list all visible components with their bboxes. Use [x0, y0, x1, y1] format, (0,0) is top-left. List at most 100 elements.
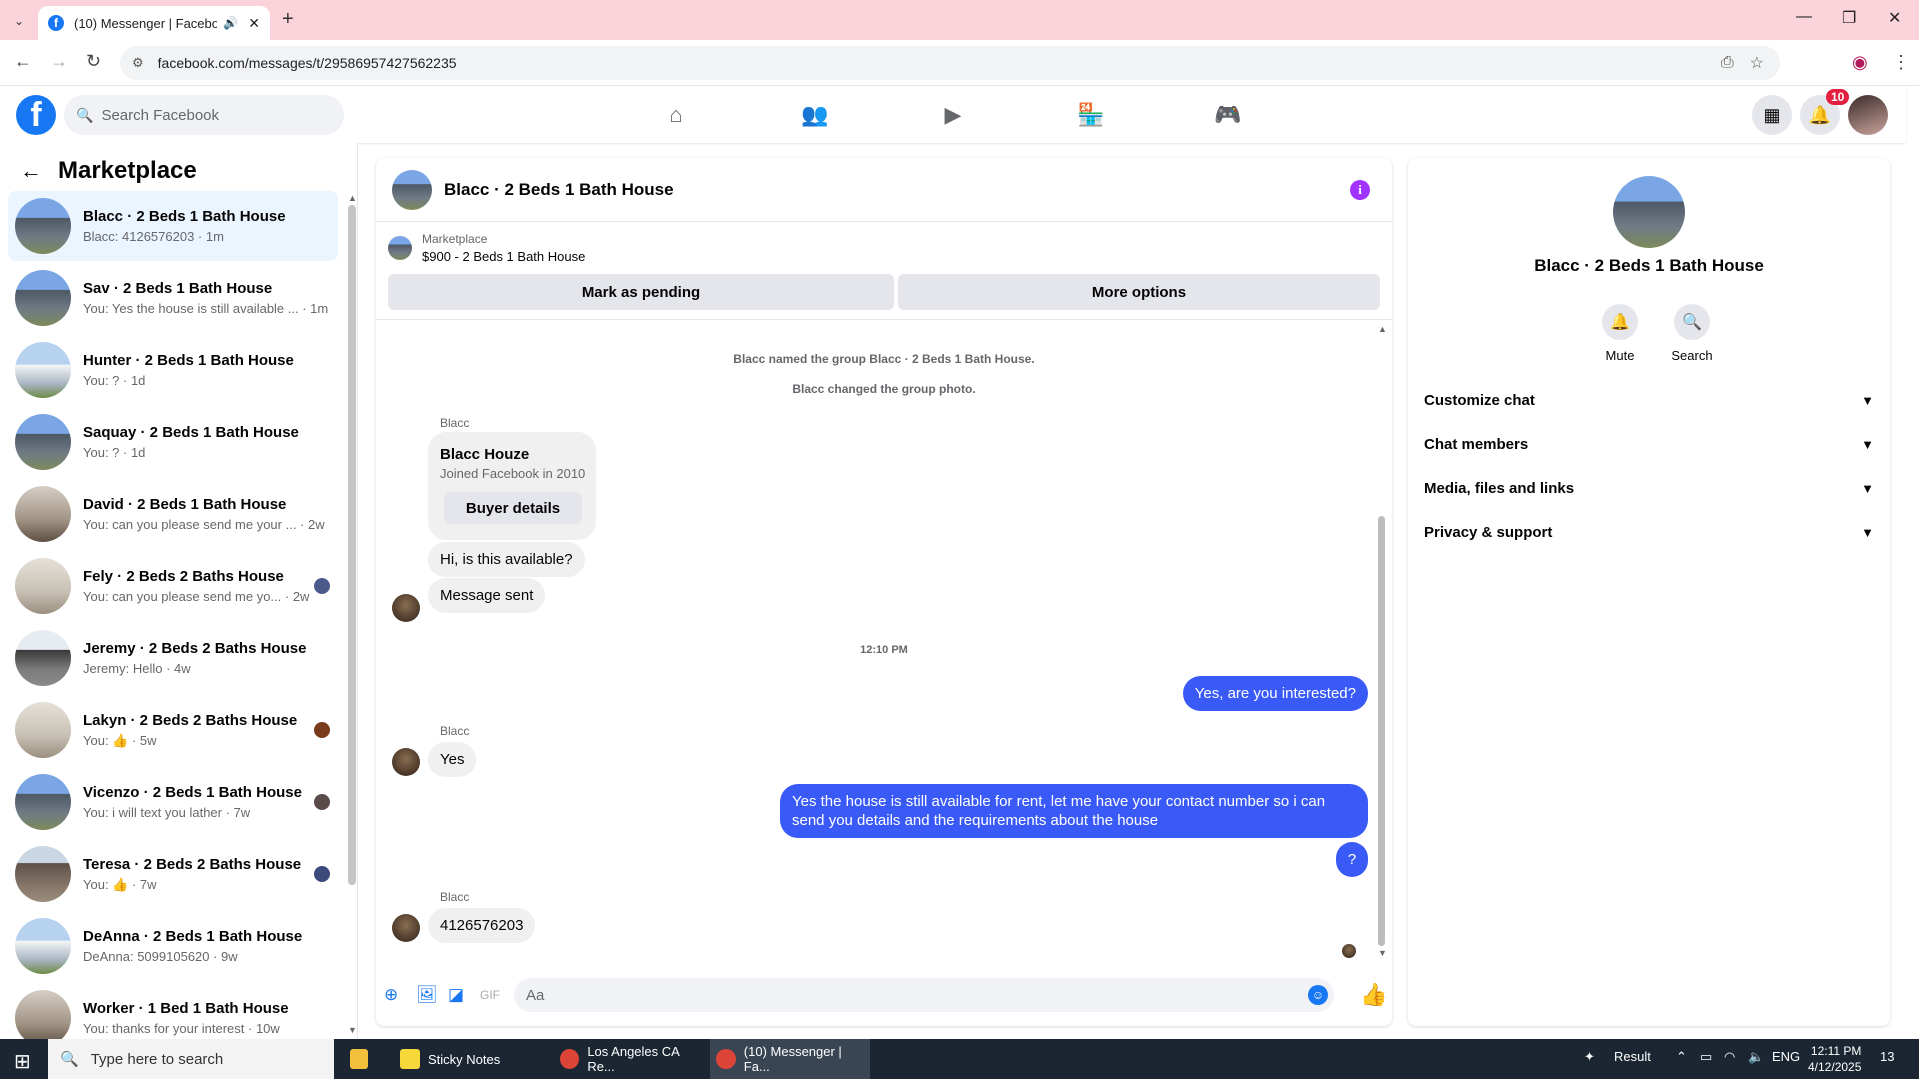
- gif-icon[interactable]: GIF: [480, 988, 500, 1002]
- bookmark-star-icon[interactable]: ☆: [1750, 53, 1764, 73]
- search-icon: 🔍: [60, 1051, 79, 1068]
- chat-info-panel: Blacc · 2 Beds 1 Bath House 🔔 Mute 🔍 Sea…: [1408, 158, 1890, 1026]
- more-options-button[interactable]: More options: [898, 274, 1380, 310]
- notification-center-count[interactable]: 13: [1880, 1049, 1894, 1064]
- chat-scrollbar[interactable]: [1378, 516, 1385, 946]
- photo-icon[interactable]: 🖼: [416, 985, 438, 1005]
- chat-scroll-up-icon[interactable]: ▲: [1378, 324, 1387, 334]
- menu-grid-icon[interactable]: ▦: [1752, 95, 1792, 135]
- home-icon[interactable]: ⌂: [662, 101, 690, 129]
- emoji-icon[interactable]: ☺: [1308, 985, 1328, 1005]
- restore-icon[interactable]: ❐: [1842, 8, 1856, 28]
- search-action[interactable]: 🔍 Search: [1662, 304, 1722, 363]
- conversation-item[interactable]: Vicenzo · 2 Beds 1 Bath House You: i will…: [8, 767, 338, 837]
- wifi-icon[interactable]: ◠: [1724, 1049, 1735, 1065]
- seen-avatar: [314, 794, 330, 810]
- scroll-down-icon[interactable]: ▼: [348, 1025, 357, 1035]
- sticky-notes-app[interactable]: Sticky Notes: [396, 1039, 554, 1079]
- chevron-down-icon: ▼: [1861, 436, 1874, 452]
- url-text[interactable]: facebook.com/messages/t/2958695742756223…: [158, 55, 1721, 71]
- back-icon[interactable]: ←: [14, 51, 32, 72]
- minimize-icon[interactable]: —: [1796, 8, 1812, 26]
- privacy-support-item[interactable]: Privacy & support ▼: [1424, 514, 1874, 550]
- conversation-item[interactable]: Sav · 2 Beds 1 Bath House You: Yes the ho…: [8, 263, 338, 333]
- gaming-icon[interactable]: 🎮: [1214, 101, 1242, 129]
- result-label[interactable]: Result: [1614, 1049, 1651, 1064]
- install-app-icon[interactable]: ⎙: [1721, 54, 1734, 72]
- mark-as-pending-button[interactable]: Mark as pending: [388, 274, 894, 310]
- listing-row[interactable]: Marketplace $900 - 2 Beds 1 Bath House: [388, 232, 585, 264]
- sender-avatar[interactable]: [392, 748, 420, 776]
- conversation-item[interactable]: DeAnna · 2 Beds 1 Bath House DeAnna: 5099…: [8, 911, 338, 981]
- conversation-item[interactable]: David · 2 Beds 1 Bath House You: can you …: [8, 479, 338, 549]
- conversation-item[interactable]: Jeremy · 2 Beds 2 Baths House Jeremy: Hel…: [8, 623, 338, 693]
- display-icon[interactable]: ▭: [1700, 1049, 1712, 1065]
- conversation-name: Jeremy · 2 Beds 2 Baths House: [83, 640, 307, 657]
- chat-scroll-down-icon[interactable]: ▼: [1378, 948, 1387, 958]
- plus-icon[interactable]: ⊕: [384, 985, 398, 1005]
- copilot-icon[interactable]: ✦: [1584, 1049, 1595, 1065]
- new-tab-icon[interactable]: +: [282, 8, 294, 31]
- customize-chat-item[interactable]: Customize chat ▼: [1424, 382, 1874, 418]
- conversation-snippet: Blacc: 4126576203 · 1m: [83, 229, 224, 244]
- chrome-icon: [560, 1049, 580, 1069]
- windows-start-icon[interactable]: ⊞: [14, 1049, 31, 1074]
- conversation-avatar: [15, 630, 71, 686]
- sender-avatar[interactable]: [392, 594, 420, 622]
- forward-icon[interactable]: →: [50, 51, 68, 72]
- scroll-up-icon[interactable]: ▲: [348, 193, 357, 203]
- facebook-search-input[interactable]: 🔍 Search Facebook: [64, 95, 344, 135]
- omnibox[interactable]: ⚙ facebook.com/messages/t/29586957427562…: [120, 46, 1780, 80]
- info-icon[interactable]: i: [1350, 180, 1370, 200]
- marketplace-icon[interactable]: 🏪: [1077, 101, 1105, 129]
- incoming-message: 4126576203: [428, 908, 536, 943]
- app-label: Los Angeles CA Re...: [587, 1044, 680, 1074]
- file-explorer-app[interactable]: [350, 1039, 376, 1079]
- chrome-app-window[interactable]: Los Angeles CA Re...: [556, 1039, 706, 1079]
- profile-icon[interactable]: ◉: [1852, 52, 1868, 73]
- conversation-item[interactable]: Hunter · 2 Beds 1 Bath House You: ? · 1d: [8, 335, 338, 405]
- bell-icon[interactable]: 🔔: [1602, 304, 1638, 340]
- language-label[interactable]: ENG: [1772, 1049, 1800, 1064]
- chat-avatar[interactable]: [392, 169, 432, 210]
- list-scrollbar[interactable]: [348, 205, 356, 885]
- conversation-item[interactable]: Saquay · 2 Beds 1 Bath House You: ? · 1d: [8, 407, 338, 477]
- chat-members-item[interactable]: Chat members ▼: [1424, 426, 1874, 462]
- taskbar-clock[interactable]: 12:11 PM 4/12/2025: [1808, 1043, 1861, 1075]
- conversation-item[interactable]: Fely · 2 Beds 2 Baths House You: can you …: [8, 551, 338, 621]
- group-photo[interactable]: [1613, 176, 1685, 248]
- chrome-app-window-active[interactable]: (10) Messenger | Fa...: [710, 1039, 870, 1079]
- browser-tab-messenger[interactable]: f (10) Messenger | Facebook 🔊 ✕: [38, 6, 270, 40]
- video-icon[interactable]: ▶: [939, 101, 967, 129]
- friends-icon[interactable]: 👥: [801, 101, 829, 129]
- reload-icon[interactable]: ↻: [86, 51, 101, 72]
- buyer-details-button[interactable]: Buyer details: [444, 492, 582, 524]
- search-icon[interactable]: 🔍: [1674, 304, 1710, 340]
- facebook-logo-icon[interactable]: f: [16, 95, 56, 135]
- message-input[interactable]: Aa: [514, 978, 1334, 1012]
- listing-title: $900 - 2 Beds 1 Bath House: [422, 249, 586, 264]
- volume-icon[interactable]: 🔈: [1748, 1049, 1764, 1065]
- media-files-links-item[interactable]: Media, files and links ▼: [1424, 470, 1874, 506]
- conversation-snippet: You: ? · 1d: [83, 373, 146, 388]
- mute-action[interactable]: 🔔 Mute: [1590, 304, 1650, 363]
- conversation-item[interactable]: Blacc · 2 Beds 1 Bath House Blacc: 412657…: [8, 191, 338, 261]
- taskbar-search[interactable]: 🔍 Type here to search: [48, 1039, 334, 1079]
- chevron-down-icon: ▼: [1861, 480, 1874, 496]
- back-arrow-icon[interactable]: ←: [20, 158, 42, 184]
- sticker-icon[interactable]: ◪: [448, 985, 464, 1005]
- account-avatar[interactable]: [1848, 95, 1888, 135]
- close-tab-icon[interactable]: ✕: [248, 15, 260, 32]
- site-info-icon[interactable]: ⚙: [132, 55, 144, 71]
- chat-title[interactable]: Blacc · 2 Beds 1 Bath House: [444, 180, 674, 200]
- conversation-item[interactable]: Teresa · 2 Beds 2 Baths House You: 👍 · 7w: [8, 839, 338, 909]
- tray-chevron-icon[interactable]: ⌃: [1676, 1049, 1687, 1065]
- conversation-item[interactable]: Lakyn · 2 Beds 2 Baths House You: 👍 · 5w: [8, 695, 338, 765]
- speaker-icon[interactable]: 🔊: [223, 16, 238, 30]
- close-window-icon[interactable]: ✕: [1888, 8, 1901, 28]
- tab-search-chevron-icon[interactable]: ⌄: [8, 10, 30, 32]
- chrome-menu-icon[interactable]: ⋮: [1892, 52, 1910, 73]
- thumbs-up-icon[interactable]: 👍: [1360, 982, 1387, 1008]
- conversation-item[interactable]: Worker · 1 Bed 1 Bath House You: thanks f…: [8, 983, 338, 1039]
- sender-avatar[interactable]: [392, 914, 420, 942]
